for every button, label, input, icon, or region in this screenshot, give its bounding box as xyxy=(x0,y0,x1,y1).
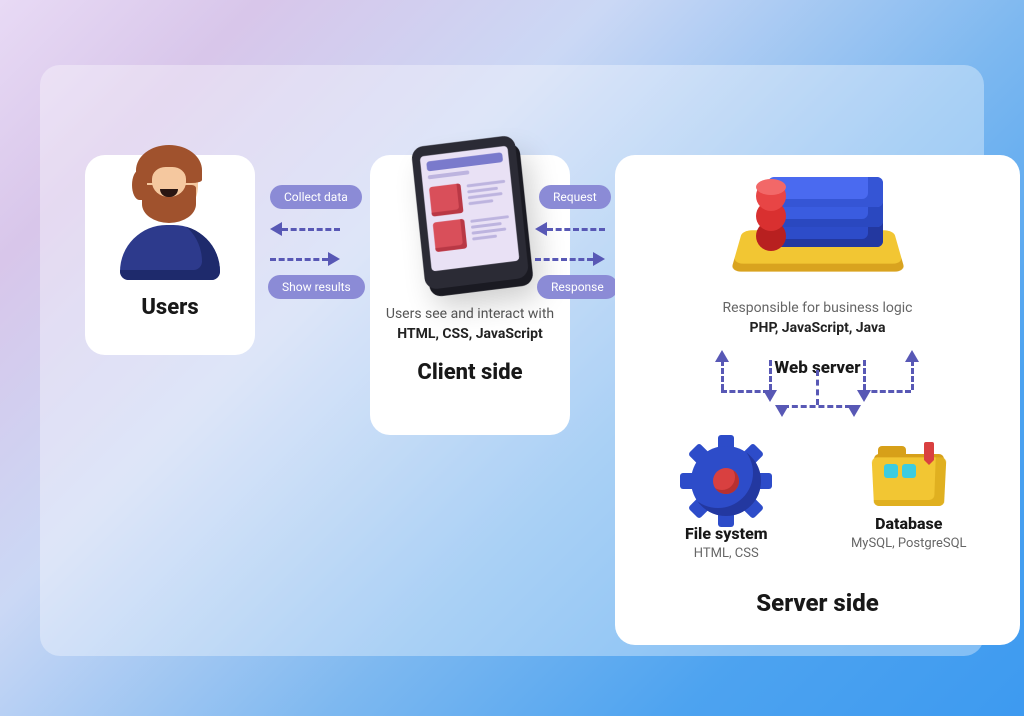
server-stack-icon xyxy=(738,145,898,285)
users-title: Users xyxy=(85,295,255,320)
database-sub: MySQL, PostgreSQL xyxy=(829,536,989,551)
gear-icon xyxy=(691,446,761,516)
client-description: Users see and interact with HTML, CSS, J… xyxy=(370,305,570,344)
file-system-sub: HTML, CSS xyxy=(646,546,806,561)
arrows-client-server xyxy=(535,223,605,283)
server-description: Responsible for business logic xyxy=(615,300,1020,316)
server-title: Server side xyxy=(615,589,1020,617)
label-show-results: Show results xyxy=(268,275,365,299)
folder-icon xyxy=(874,446,944,506)
server-card: Responsible for business logic PHP, Java… xyxy=(615,155,1020,645)
server-languages: PHP, JavaScript, Java xyxy=(615,320,1020,336)
users-card: Users xyxy=(85,155,255,355)
label-request: Request xyxy=(539,185,611,209)
database-title: Database xyxy=(829,514,989,533)
client-title: Client side xyxy=(370,360,570,385)
server-internal-arrows xyxy=(615,350,1020,480)
label-response: Response xyxy=(537,275,618,299)
user-avatar-icon xyxy=(110,125,230,275)
arrows-users-client xyxy=(270,223,340,283)
tablet-icon xyxy=(411,135,529,290)
diagram-container: Users Collect data Show results Users se… xyxy=(40,65,984,656)
label-collect-data: Collect data xyxy=(270,185,362,209)
